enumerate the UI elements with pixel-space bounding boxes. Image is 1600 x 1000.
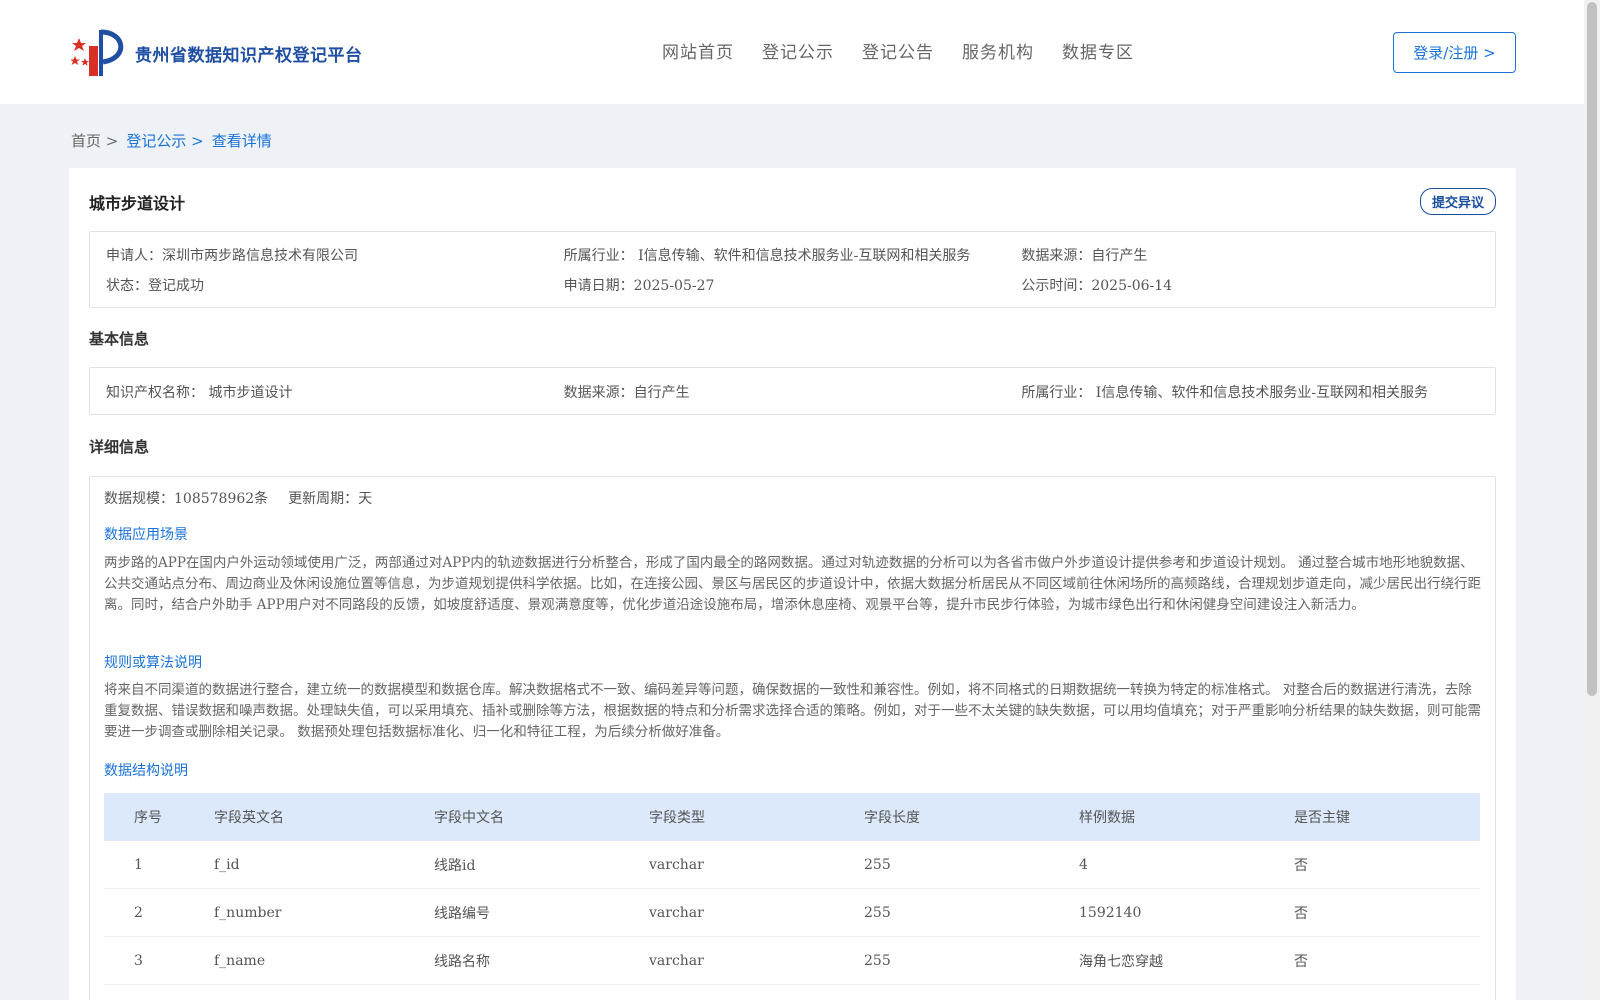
- scrollbar-thumb[interactable]: [1587, 2, 1597, 696]
- cell-english-name: f_number: [214, 904, 282, 921]
- nav-data-zone[interactable]: 数据专区: [1062, 38, 1134, 63]
- cell-english-name: f_id: [214, 856, 240, 873]
- cell-index: 3: [134, 952, 143, 969]
- summary-box: 申请人：深圳市两步路信息技术有限公司 所属行业： I信息传输、软件和信息技术服务…: [89, 231, 1496, 308]
- detail-info-title: 详细信息: [89, 438, 150, 456]
- breadcrumb-home[interactable]: 首页 >: [71, 130, 118, 151]
- cell-index: 2: [134, 904, 143, 921]
- cell-length: 255: [864, 904, 891, 921]
- table-row: 1 f_id 线路id varchar 255 4 否: [104, 841, 1480, 889]
- cell-length: 255: [864, 952, 891, 969]
- cell-index: 1: [134, 856, 143, 873]
- cell-type: varchar: [649, 856, 704, 873]
- basic-industry-text: 所属行业： I信息传输、软件和信息技术服务业-互联网和相关服务: [1021, 385, 1429, 401]
- th-chinese-name: 字段中文名: [434, 810, 504, 826]
- breadcrumb-section[interactable]: 登记公示 >: [126, 130, 203, 151]
- table-row: 2 f_number 线路编号 varchar 255 1592140 否: [104, 889, 1480, 937]
- cell-chinese-name: 线路id: [434, 857, 476, 874]
- nav-home[interactable]: 网站首页: [662, 38, 734, 63]
- update-cycle-text: 更新周期：天: [288, 491, 373, 507]
- th-sample: 样例数据: [1079, 810, 1135, 826]
- cell-english-name: f_name: [214, 952, 266, 969]
- nav-registration-publicity[interactable]: 登记公示: [762, 38, 834, 63]
- cell-type: varchar: [649, 952, 704, 969]
- cell-sample: 4: [1079, 856, 1088, 873]
- cell-sample: 1592140: [1079, 904, 1142, 921]
- scenario-title: 数据应用场景: [104, 527, 188, 543]
- cell-type: varchar: [649, 904, 704, 921]
- logo-text: 贵州省数据知识产权登记平台: [135, 45, 363, 66]
- nav-service-agencies[interactable]: 服务机构: [962, 38, 1034, 63]
- login-register-button[interactable]: 登录/注册 >: [1393, 32, 1516, 73]
- data-scale-text: 数据规模：108578962条: [104, 491, 269, 507]
- cell-chinese-name: 线路编号: [434, 905, 490, 922]
- cell-primary-key: 否: [1294, 905, 1308, 922]
- publish-date-text: 公示时间：2025-06-14: [1021, 278, 1173, 294]
- cell-length: 255: [864, 856, 891, 873]
- th-length: 字段长度: [864, 810, 920, 826]
- basic-source-text: 数据来源：自行产生: [563, 385, 690, 401]
- data-structure-table: 序号 字段英文名 字段中文名 字段类型 字段长度 样例数据 是否主键 1 f_i…: [104, 793, 1480, 985]
- industry-text: 所属行业： I信息传输、软件和信息技术服务业-互联网和相关服务: [563, 248, 971, 264]
- basic-info-title: 基本信息: [89, 330, 150, 348]
- basic-info-box: 知识产权名称： 城市步道设计 数据来源：自行产生 所属行业： I信息传输、软件和…: [89, 367, 1496, 415]
- table-row: 3 f_name 线路名称 varchar 255 海角七恋穿越 否: [104, 937, 1480, 985]
- ip-name-text: 知识产权名称： 城市步道设计: [106, 385, 293, 401]
- cell-chinese-name: 线路名称: [434, 953, 490, 970]
- main-nav: 网站首页 登记公示 登记公告 服务机构 数据专区: [662, 38, 1162, 63]
- structure-title: 数据结构说明: [104, 763, 188, 779]
- site-logo[interactable]: 贵州省数据知识产权登记平台: [70, 28, 363, 78]
- submit-objection-button[interactable]: 提交异议: [1420, 188, 1496, 215]
- table-header: 序号 字段英文名 字段中文名 字段类型 字段长度 样例数据 是否主键: [104, 793, 1480, 841]
- site-header: 贵州省数据知识产权登记平台 网站首页 登记公示 登记公告 服务机构 数据专区 登…: [0, 0, 1584, 104]
- rule-title: 规则或算法说明: [104, 655, 202, 671]
- logo-emblem-icon: [70, 28, 129, 78]
- page-scrollbar[interactable]: [1584, 0, 1600, 1000]
- scenario-text: 两步路的APP在国内户外运动领域使用广泛，两部通过对APP内的轨迹数据进行分析整…: [104, 555, 1481, 613]
- cell-primary-key: 否: [1294, 953, 1308, 970]
- cell-sample: 海角七恋穿越: [1079, 953, 1163, 970]
- th-type: 字段类型: [649, 810, 705, 826]
- scale-row: 数据规模：108578962条 更新周期：天: [104, 488, 372, 508]
- applicant-text: 申请人：深圳市两步路信息技术有限公司: [106, 248, 358, 264]
- status-text: 状态：登记成功: [106, 278, 204, 294]
- source-text: 数据来源：自行产生: [1021, 248, 1148, 264]
- breadcrumb-current: 查看详情: [211, 132, 272, 150]
- detail-card: 城市步道设计 提交异议 申请人：深圳市两步路信息技术有限公司 所属行业： I信息…: [69, 168, 1516, 1000]
- rule-text: 将来自不同渠道的数据进行整合，建立统一的数据模型和数据仓库。解决数据格式不一致、…: [104, 682, 1481, 740]
- th-english-name: 字段英文名: [214, 810, 284, 826]
- nav-registration-announcement[interactable]: 登记公告: [862, 38, 934, 63]
- page-title: 城市步道设计: [89, 194, 186, 213]
- apply-date-text: 申请日期：2025-05-27: [563, 278, 715, 294]
- breadcrumb: 首页 > 登记公示 > 查看详情: [71, 130, 280, 151]
- th-primary-key: 是否主键: [1294, 810, 1350, 826]
- th-index: 序号: [134, 810, 162, 826]
- cell-primary-key: 否: [1294, 857, 1308, 874]
